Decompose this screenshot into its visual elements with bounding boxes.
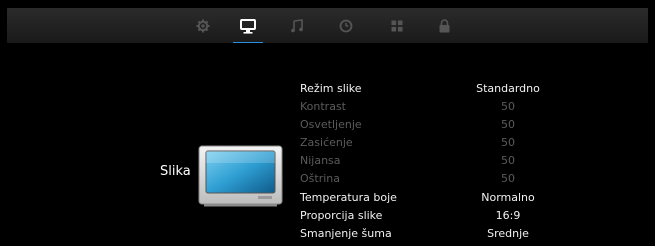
tab-picture[interactable] — [233, 17, 263, 44]
tab-sound[interactable] — [288, 17, 306, 35]
setting-label: Osvetljenje — [300, 118, 362, 132]
settings-list: Režim slike Standardno Kontrast 50 Osvet… — [300, 80, 600, 243]
setting-label: Nijansa — [300, 154, 341, 168]
setting-row-saturation: Zasićenje 50 — [300, 134, 600, 152]
setting-value: 50 — [501, 118, 515, 132]
tab-time[interactable] — [337, 17, 355, 35]
tab-setup[interactable] — [194, 17, 212, 35]
category-label: Slika — [160, 164, 191, 179]
menu-tab-bar — [7, 8, 648, 44]
setting-value: 16:9 — [495, 208, 521, 222]
setting-label: Oštrina — [300, 172, 340, 186]
setting-row-color-temperature[interactable]: Temperatura boje Normalno — [300, 189, 600, 207]
setting-value: Srednje — [487, 226, 529, 240]
setting-value: 50 — [501, 136, 515, 150]
setting-row-picture-mode[interactable]: Režim slike Standardno — [300, 80, 600, 98]
setting-value: 50 — [501, 100, 515, 114]
tab-options[interactable] — [388, 17, 406, 35]
monitor-icon — [240, 18, 256, 34]
setting-row-sharpness: Oštrina 50 — [300, 170, 600, 188]
setting-label: Zasićenje — [300, 136, 353, 150]
setting-value: 50 — [501, 154, 515, 168]
tv-settings-screen: Slika Režim slike Standardno Kontrast 50… — [0, 0, 655, 246]
setting-row-contrast: Kontrast 50 — [300, 98, 600, 116]
setting-row-aspect-ratio[interactable]: Proporcija slike 16:9 — [300, 207, 600, 225]
setting-row-hue: Nijansa 50 — [300, 152, 600, 170]
setting-label: Smanjenje šuma — [300, 226, 392, 240]
setting-label: Kontrast — [300, 100, 346, 114]
setting-value: 50 — [501, 172, 515, 186]
setting-label: Režim slike — [300, 82, 362, 95]
lock-icon — [439, 19, 450, 33]
gear-icon — [196, 19, 210, 33]
music-note-icon — [291, 19, 303, 33]
tab-lock[interactable] — [435, 17, 453, 35]
setting-value: Standardno — [476, 82, 540, 95]
setting-row-brightness: Osvetljenje 50 — [300, 116, 600, 134]
grid-icon — [391, 20, 403, 32]
setting-label: Temperatura boje — [300, 190, 397, 204]
tv-icon — [198, 145, 283, 207]
setting-value: Normalno — [481, 190, 535, 204]
clock-icon — [339, 19, 353, 33]
setting-label: Proporcija slike — [300, 208, 383, 222]
setting-row-noise-reduction[interactable]: Smanjenje šuma Srednje — [300, 225, 600, 243]
